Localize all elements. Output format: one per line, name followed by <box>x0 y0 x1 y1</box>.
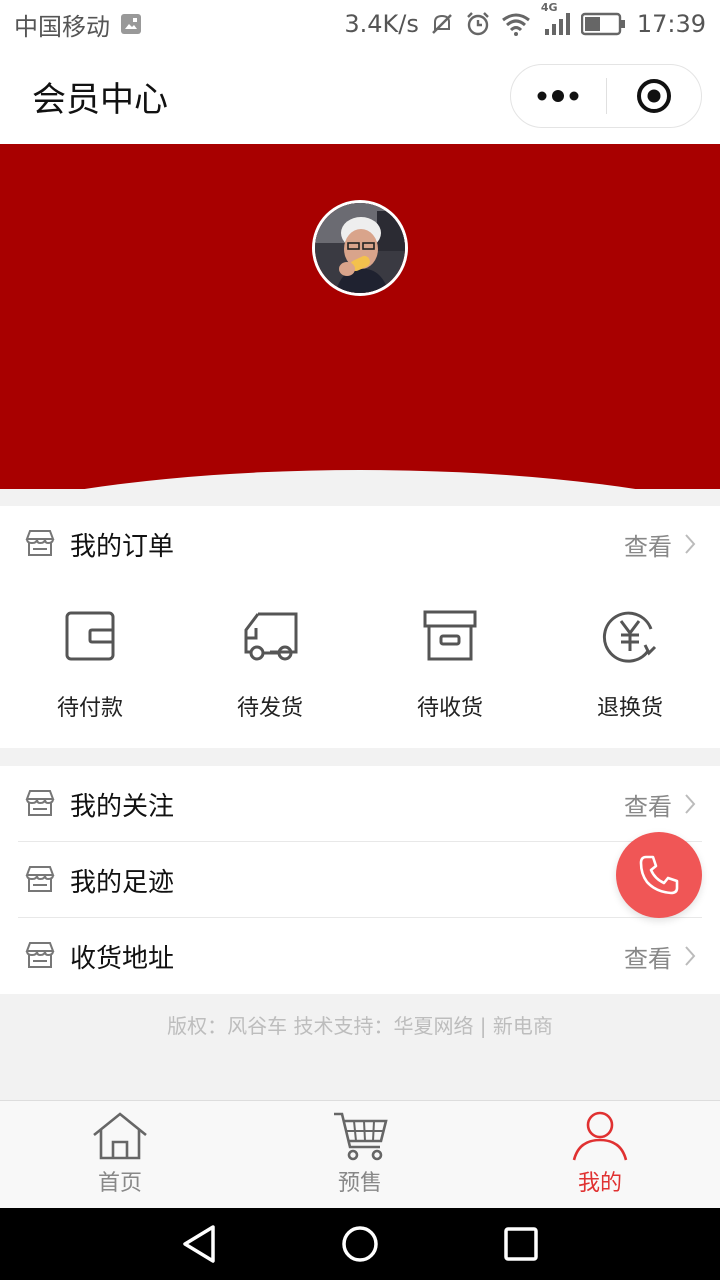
avatar-photo <box>315 203 405 293</box>
profile-banner <box>0 144 720 489</box>
bottom-tab-bar: 首页 预售 我的 <box>0 1100 720 1208</box>
system-nav-bar <box>0 1208 720 1280</box>
menu-item-address[interactable]: 收货地址 查看 <box>0 918 720 994</box>
box-icon <box>420 606 480 666</box>
status-right: 3.4K/s 4G 17:39 <box>344 1 706 38</box>
page-title: 会员中心 <box>32 79 168 120</box>
back-icon[interactable] <box>181 1224 217 1264</box>
wallet-icon <box>60 606 120 666</box>
order-status-grid: 待付款 待发货 待收货 退换货 <box>0 582 720 722</box>
user-icon <box>572 1111 628 1161</box>
chevron-right-icon <box>685 946 696 966</box>
banner-curve <box>0 470 720 489</box>
network-type: 4G <box>540 1 558 14</box>
cart-icon <box>334 1112 388 1161</box>
order-pending-payment[interactable]: 待付款 <box>0 606 180 722</box>
order-pending-shipment[interactable]: 待发货 <box>180 606 360 722</box>
truck-icon <box>240 606 300 666</box>
home-icon <box>93 1112 147 1160</box>
more-menu-button[interactable] <box>511 65 606 127</box>
store-icon <box>24 528 56 560</box>
menu-item-favorites[interactable]: 我的关注 查看 <box>0 766 720 842</box>
view-all-link[interactable]: 查看 <box>624 939 696 974</box>
call-button[interactable] <box>616 832 702 918</box>
alarm-icon <box>465 11 491 37</box>
orders-card: 我的订单 查看 待付款 待发货 待收货 退换货 <box>0 506 720 748</box>
tab-label: 我的 <box>577 1171 622 1196</box>
menu-item-footprints[interactable]: 我的足迹 查看 <box>0 842 720 918</box>
close-mini-program-button[interactable] <box>607 65 702 127</box>
status-bar: 中国移动 3.4K/s 4G 17:39 <box>0 0 720 48</box>
chevron-right-icon <box>685 534 696 554</box>
carrier-name: 中国移动 <box>14 12 110 41</box>
status-left: 中国移动 <box>14 7 142 42</box>
view-all-label: 查看 <box>624 792 672 821</box>
mini-program-capsule <box>510 64 702 128</box>
tab-mine[interactable]: 我的 <box>480 1101 720 1208</box>
store-icon <box>24 864 56 896</box>
image-notification-icon <box>120 13 142 35</box>
more-dots-icon <box>537 90 579 102</box>
store-icon <box>24 788 56 820</box>
tab-home[interactable]: 首页 <box>0 1101 240 1208</box>
phone-icon <box>639 855 679 895</box>
view-all-label: 查看 <box>624 944 672 973</box>
order-item-label: 退换货 <box>596 696 663 721</box>
menu-list: 我的关注 查看 我的足迹 查看 收货地址 查看 <box>0 766 720 994</box>
battery-icon <box>580 12 627 36</box>
menu-item-label: 我的关注 <box>70 791 175 822</box>
order-item-label: 待发货 <box>236 696 303 721</box>
view-all-link[interactable]: 查看 <box>624 787 696 822</box>
avatar[interactable] <box>312 200 408 296</box>
copyright-text: 版权：风谷车 技术支持：华夏网络 | 新电商 <box>167 1014 553 1038</box>
tab-label: 首页 <box>97 1171 142 1196</box>
view-all-label: 查看 <box>624 532 672 561</box>
orders-title: 我的订单 <box>70 531 175 562</box>
order-item-label: 待付款 <box>56 696 123 721</box>
mute-icon <box>429 11 455 37</box>
orders-view-all[interactable]: 查看 <box>624 527 696 562</box>
clock: 17:39 <box>636 10 706 38</box>
tab-presale[interactable]: 预售 <box>240 1101 480 1208</box>
order-pending-receipt[interactable]: 待收货 <box>360 606 540 722</box>
home-circle-icon[interactable] <box>340 1224 380 1264</box>
wifi-icon <box>501 12 531 36</box>
target-close-icon <box>636 79 671 113</box>
refund-icon <box>600 606 660 666</box>
menu-item-label: 我的足迹 <box>70 867 175 898</box>
chevron-right-icon <box>685 794 696 814</box>
menu-item-label: 收货地址 <box>70 943 175 974</box>
title-bar: 会员中心 <box>0 48 720 144</box>
order-item-label: 待收货 <box>416 696 483 721</box>
recents-square-icon[interactable] <box>503 1226 539 1262</box>
store-icon <box>24 940 56 972</box>
order-returns[interactable]: 退换货 <box>540 606 720 722</box>
signal-4g-icon: 4G <box>541 1 571 37</box>
orders-header[interactable]: 我的订单 查看 <box>0 506 720 582</box>
tab-label: 预售 <box>337 1171 382 1196</box>
network-speed: 3.4K/s <box>344 10 419 38</box>
